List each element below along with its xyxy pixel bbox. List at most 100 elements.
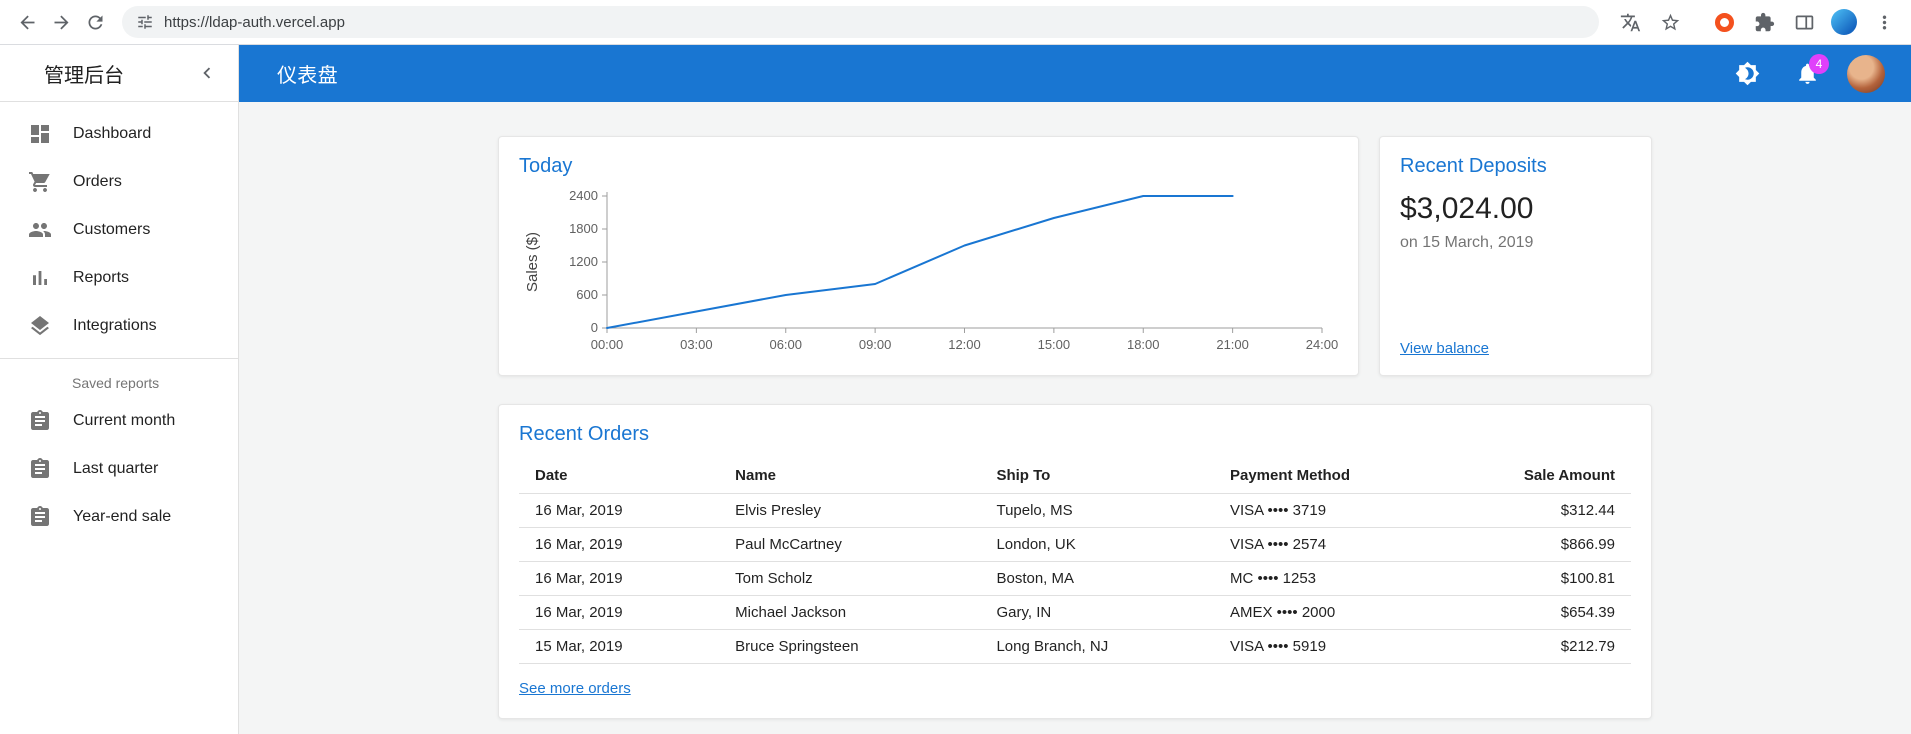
- cell-payment: VISA •••• 5919: [1213, 629, 1454, 664]
- puzzle-icon: [1755, 12, 1774, 31]
- notifications-button[interactable]: 4: [1787, 53, 1829, 94]
- svg-text:09:00: 09:00: [859, 337, 892, 352]
- cell-payment: AMEX •••• 2000: [1213, 595, 1454, 630]
- orders-header-row: Date Name Ship To Payment Method Sale Am…: [519, 458, 1631, 494]
- orange-extension-icon: [1714, 12, 1734, 32]
- svg-text:2400: 2400: [569, 188, 598, 203]
- saved-reports-nav: Current month Last quarter Year-end sale: [0, 397, 238, 549]
- table-row: 15 Mar, 2019 Bruce Springsteen Long Bran…: [519, 629, 1631, 664]
- refresh-button[interactable]: [78, 5, 112, 39]
- view-balance-link[interactable]: View balance: [1400, 340, 1631, 357]
- sidebar: 管理后台 Dashboard Orders Customers Reports: [0, 45, 239, 734]
- orders-card: Recent Orders Date Name Ship To Payment …: [498, 404, 1652, 719]
- more-vert-icon: [1882, 15, 1886, 29]
- translate-icon: [1620, 13, 1640, 31]
- browser-menu-button[interactable]: [1867, 5, 1901, 39]
- svg-text:24:00: 24:00: [1306, 337, 1339, 352]
- site-settings-icon[interactable]: [136, 13, 154, 31]
- sidebar-item-label: Customers: [73, 221, 151, 238]
- theme-toggle-icon: [1735, 61, 1759, 86]
- sidebar-item-customers[interactable]: Customers: [0, 206, 238, 254]
- svg-text:18:00: 18:00: [1127, 337, 1160, 352]
- svg-text:15:00: 15:00: [1038, 337, 1071, 352]
- cell-name: Bruce Springsteen: [719, 629, 981, 664]
- sidebar-item-label: Dashboard: [73, 125, 152, 142]
- browser-toolbar: https://ldap-auth.vercel.app: [0, 0, 1911, 45]
- svg-text:1200: 1200: [569, 254, 598, 269]
- svg-text:12:00: 12:00: [948, 337, 981, 352]
- sidebar-item-dashboard[interactable]: Dashboard: [0, 110, 238, 158]
- app-title: 管理后台: [44, 64, 124, 87]
- dashboard-content: Today 0 600 1200 1800 2400 00:00 03:00 06:00 09:…: [239, 102, 1911, 734]
- svg-text:1800: 1800: [569, 221, 598, 236]
- star-icon: [1661, 13, 1679, 30]
- assignment-icon: [31, 410, 49, 430]
- collapse-sidebar-button[interactable]: [190, 56, 224, 90]
- browser-avatar: [1831, 9, 1857, 35]
- svg-text:0: 0: [591, 320, 598, 335]
- cell-date: 15 Mar, 2019: [519, 629, 720, 664]
- orders-table: Date Name Ship To Payment Method Sale Am…: [519, 458, 1631, 664]
- dashboard-icon: [31, 125, 49, 143]
- cell-amount: $212.79: [1453, 629, 1631, 664]
- table-row: 16 Mar, 2019 Tom Scholz Boston, MA MC ••…: [519, 561, 1631, 596]
- back-button[interactable]: [10, 5, 44, 39]
- orders-card-title: Recent Orders: [519, 423, 650, 445]
- svg-text:21:00: 21:00: [1216, 337, 1249, 352]
- cell-amount: $654.39: [1453, 595, 1631, 630]
- bookmark-button[interactable]: [1653, 5, 1687, 39]
- sidebar-item-integrations[interactable]: Integrations: [0, 302, 238, 350]
- cell-date: 16 Mar, 2019: [519, 595, 720, 630]
- theme-toggle-button[interactable]: [1727, 54, 1767, 94]
- sidebar-item-last-quarter[interactable]: Last quarter: [0, 445, 238, 493]
- url-text[interactable]: https://ldap-auth.vercel.app: [164, 14, 345, 31]
- deposit-amount: $3,024.00: [1400, 192, 1534, 225]
- column-header-ship-to: Ship To: [980, 458, 1214, 494]
- bar-chart-icon: [33, 271, 47, 285]
- side-panel-icon: [1795, 15, 1813, 29]
- user-avatar[interactable]: [1847, 54, 1885, 93]
- layers-icon: [31, 316, 49, 336]
- deposits-card: Recent Deposits $3,024.00 on 15 March, 2…: [1379, 136, 1652, 376]
- cell-name: Tom Scholz: [719, 561, 981, 596]
- people-icon: [29, 223, 51, 237]
- today-card: Today 0 600 1200 1800 2400 00:00 03:00 06:00 09:…: [498, 136, 1359, 376]
- cell-amount: $866.99: [1453, 527, 1631, 562]
- sidebar-header: 管理后台: [0, 45, 238, 102]
- sidebar-item-year-end-sale[interactable]: Year-end sale: [0, 493, 238, 541]
- cell-payment: VISA •••• 2574: [1213, 527, 1454, 562]
- see-more-orders-link[interactable]: See more orders: [519, 680, 631, 697]
- today-chart: 0 600 1200 1800 2400 00:00 03:00 06:00 09:00 12:0…: [524, 188, 1339, 352]
- cell-ship-to: Gary, IN: [980, 595, 1214, 630]
- notification-badge: 4: [1809, 53, 1829, 74]
- assignment-icon: [31, 506, 49, 526]
- extensions-button[interactable]: [1747, 5, 1781, 39]
- deposits-card-title: Recent Deposits: [1400, 155, 1547, 177]
- sidebar-item-reports[interactable]: Reports: [0, 254, 238, 302]
- sidebar-item-label: Current month: [73, 412, 176, 429]
- svg-text:600: 600: [576, 287, 598, 302]
- refresh-icon: [88, 15, 102, 29]
- svg-text:00:00: 00:00: [591, 337, 624, 352]
- sidebar-item-orders[interactable]: Orders: [0, 158, 238, 206]
- cell-ship-to: Boston, MA: [980, 561, 1214, 596]
- back-icon: [20, 15, 34, 29]
- column-header-payment: Payment Method: [1213, 458, 1454, 494]
- column-header-amount: Sale Amount: [1453, 458, 1631, 494]
- forward-button[interactable]: [44, 5, 78, 39]
- translate-button[interactable]: [1613, 5, 1647, 39]
- cell-name: Paul McCartney: [719, 527, 981, 562]
- sidebar-item-label: Orders: [73, 173, 122, 190]
- cell-ship-to: London, UK: [980, 527, 1214, 562]
- cell-amount: $312.44: [1453, 493, 1631, 528]
- extension-shortcut-button[interactable]: [1707, 5, 1741, 39]
- sidebar-item-label: Last quarter: [73, 460, 159, 477]
- main-area: 仪表盘 4 Today 0 600 1200 1800 2400 00:00 03:: [239, 45, 1911, 734]
- sidebar-item-current-month[interactable]: Current month: [0, 397, 238, 445]
- side-panel-button[interactable]: [1787, 5, 1821, 39]
- browser-profile-button[interactable]: [1827, 5, 1861, 39]
- assignment-icon: [31, 458, 49, 478]
- sidebar-item-label: Integrations: [73, 317, 157, 334]
- column-header-name: Name: [719, 458, 981, 494]
- url-bar[interactable]: https://ldap-auth.vercel.app: [122, 6, 1599, 38]
